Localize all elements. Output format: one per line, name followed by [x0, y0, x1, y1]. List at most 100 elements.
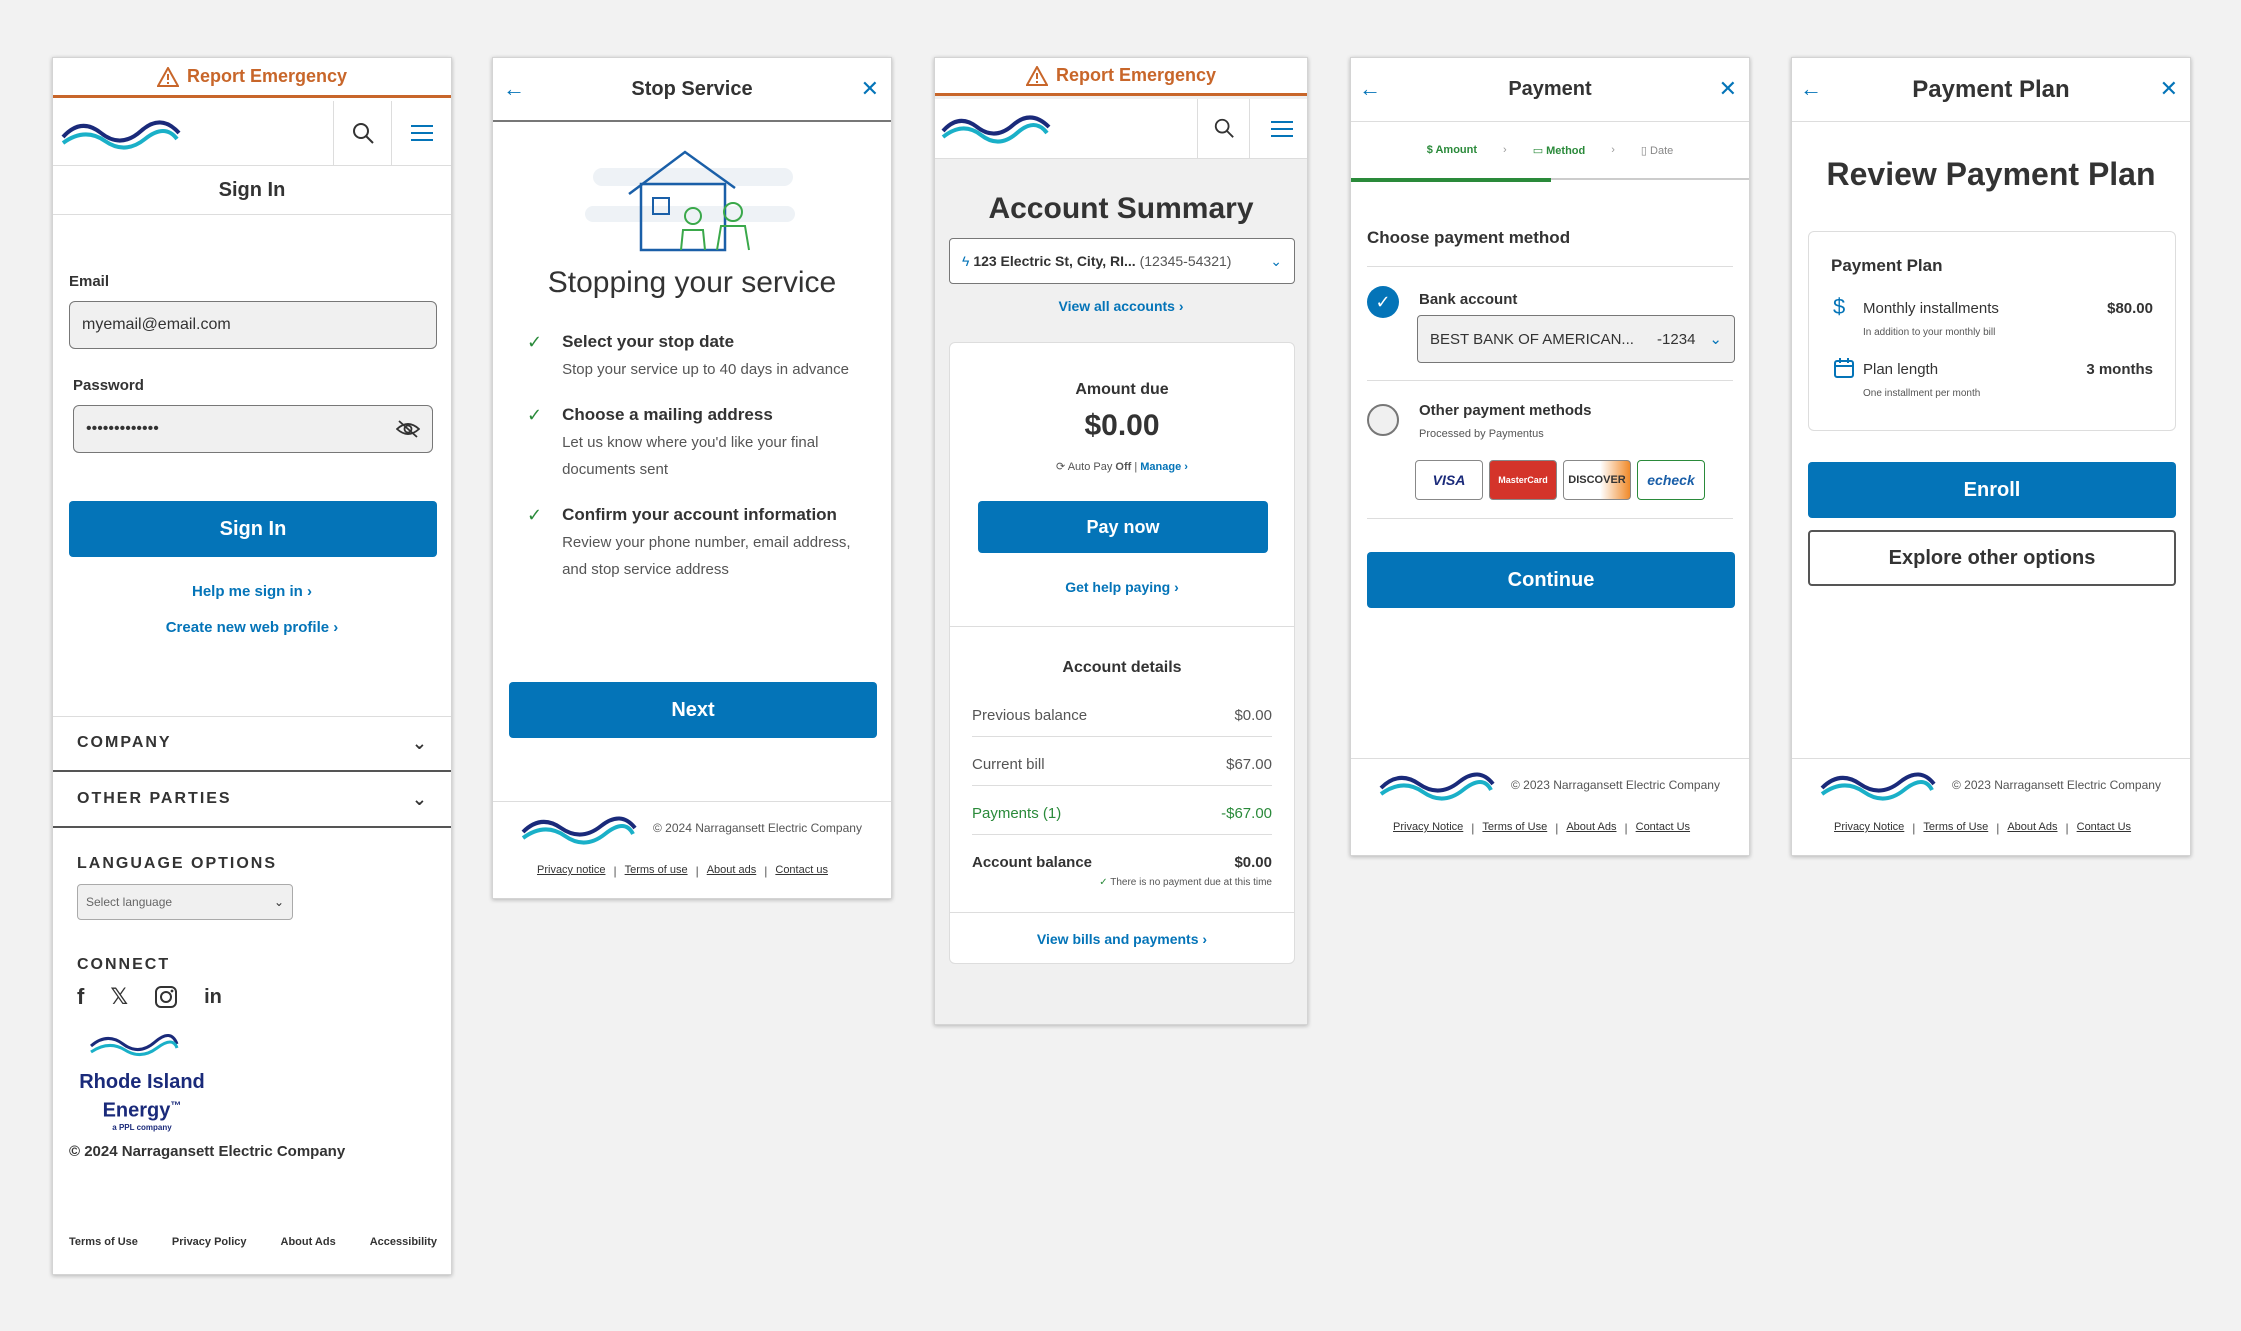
facebook-icon[interactable]: f — [77, 984, 84, 1010]
search-icon[interactable] — [351, 121, 375, 145]
report-emergency-link[interactable]: Report Emergency — [53, 58, 451, 98]
other-methods-label: Other payment methods — [1419, 402, 1592, 419]
company-logo[interactable] — [61, 113, 181, 155]
footer-link[interactable]: About ads — [707, 864, 757, 878]
monthly-value: $80.00 — [2107, 300, 2153, 317]
footer-link[interactable]: About Ads — [1566, 821, 1616, 835]
copyright: © 2024 Narragansett Electric Company — [69, 1143, 346, 1160]
report-emergency-link[interactable]: Report Emergency — [935, 58, 1307, 96]
footer-link[interactable]: Terms of Use — [69, 1236, 138, 1248]
email-value: myemail@email.com — [82, 316, 231, 333]
footer-link[interactable]: Contact Us — [1636, 821, 1690, 835]
step-date[interactable]: ▯ Date — [1641, 144, 1673, 157]
connect-title: CONNECT — [77, 956, 171, 973]
linkedin-icon[interactable]: in — [204, 986, 222, 1009]
close-icon[interactable]: ✕ — [1719, 76, 1737, 102]
back-arrow-icon[interactable]: ← — [1359, 76, 1381, 102]
chevron-down-icon: ⌄ — [411, 732, 427, 753]
password-label: Password — [73, 377, 144, 394]
footer-link[interactable]: Privacy Notice — [1834, 821, 1904, 835]
balance-row: Account balance $0.00 — [972, 854, 1272, 871]
echeck-logo: echeck — [1637, 460, 1705, 500]
step-desc: Review your phone number, email address,… — [562, 534, 851, 578]
menu-icon[interactable] — [1271, 119, 1293, 139]
bank-radio-checked[interactable]: ✓ — [1367, 286, 1399, 318]
menu-icon[interactable] — [411, 123, 433, 143]
chevron-right-icon: › — [1178, 298, 1184, 314]
create-profile-link[interactable]: Create new web profile › — [53, 619, 451, 636]
close-icon[interactable]: ✕ — [861, 76, 879, 102]
language-select[interactable]: Select language ⌄ — [77, 884, 293, 920]
step-title: Select your stop date — [562, 332, 735, 351]
back-arrow-icon[interactable]: ← — [503, 76, 525, 102]
account-address: 123 Electric St, City, RI... — [973, 253, 1136, 269]
bank-account-label: Bank account — [1419, 291, 1518, 308]
footer-link[interactable]: Contact Us — [2077, 821, 2131, 835]
header-bar: ← Stop Service ✕ — [493, 58, 891, 122]
hide-password-icon[interactable] — [396, 419, 420, 439]
continue-button[interactable]: Continue — [1367, 552, 1735, 608]
bank-select[interactable]: BEST BANK OF AMERICAN... -1234 ⌄ — [1417, 315, 1735, 363]
calendar-icon — [1834, 358, 1854, 378]
page-title: Sign In — [53, 167, 451, 215]
detail-row: Previous balance $0.00 — [972, 707, 1272, 724]
no-payment-note: ✓ There is no payment due at this time — [1099, 877, 1272, 888]
check-icon: ✓ — [527, 505, 543, 525]
report-emergency-label: Report Emergency — [186, 66, 348, 86]
chevron-down-icon: ⌄ — [1270, 252, 1282, 269]
check-icon: ✓ — [1099, 877, 1108, 888]
company-accordion[interactable]: COMPANY ⌄ — [53, 716, 451, 772]
password-field[interactable]: ••••••••••••• — [73, 405, 433, 453]
step-method[interactable]: ▭ Method — [1533, 144, 1586, 157]
footer-link[interactable]: Terms of use — [625, 864, 688, 878]
footer-link[interactable]: Contact us — [775, 864, 828, 878]
view-bills-link[interactable]: View bills and payments › — [950, 931, 1294, 947]
email-field[interactable]: myemail@email.com — [69, 301, 437, 349]
next-button[interactable]: Next — [509, 682, 877, 738]
view-all-accounts-link[interactable]: View all accounts › — [935, 298, 1307, 314]
footer-link[interactable]: Accessibility — [370, 1236, 437, 1248]
close-icon[interactable]: ✕ — [2160, 76, 2178, 102]
instagram-icon[interactable] — [154, 985, 178, 1009]
footer-link[interactable]: About Ads — [281, 1236, 336, 1248]
warning-icon — [1025, 65, 1048, 86]
explore-options-button[interactable]: Explore other options — [1808, 530, 2176, 586]
pay-now-button[interactable]: Pay now — [978, 501, 1268, 553]
account-number: (12345-54321) — [1139, 253, 1232, 269]
back-arrow-icon[interactable]: ← — [1800, 76, 1822, 102]
footer-links: Privacy notice | Terms of use | About ads |… — [537, 864, 828, 878]
footer-link[interactable]: Privacy notice — [537, 864, 605, 878]
brand-wordmark: Rhode Island Energy™ a PPL company — [67, 1070, 217, 1133]
account-details-title: Account details — [1062, 659, 1182, 676]
bank-last4: -1234 — [1657, 330, 1696, 348]
help-sign-in-link[interactable]: Help me sign in › — [53, 583, 451, 600]
search-icon[interactable] — [1213, 117, 1235, 139]
company-logo[interactable] — [941, 109, 1051, 149]
footer-link[interactable]: Terms of Use — [1482, 821, 1547, 835]
copyright: © 2024 Narragansett Electric Company — [653, 821, 862, 835]
manage-link[interactable]: Manage › — [1140, 461, 1188, 473]
enroll-button[interactable]: Enroll — [1808, 462, 2176, 518]
autopay-icon: ⟳ — [1056, 461, 1066, 473]
step-desc: Stop your service up to 40 days in advan… — [562, 361, 849, 378]
footer-link[interactable]: About Ads — [2007, 821, 2057, 835]
x-icon[interactable]: 𝕏 — [110, 984, 128, 1010]
brand-logo-mark — [90, 1034, 179, 1056]
copyright: © 2023 Narragansett Electric Company — [1952, 778, 2161, 792]
monthly-sub: In addition to your monthly bill — [1863, 327, 1996, 338]
bank-name: BEST BANK OF AMERICAN... — [1430, 330, 1634, 348]
step-amount[interactable]: $ Amount — [1427, 144, 1477, 156]
account-select[interactable]: ϟ 123 Electric St, City, RI... (12345-54… — [949, 238, 1295, 284]
sign-in-button[interactable]: Sign In — [69, 501, 437, 557]
other-radio-unchecked[interactable] — [1367, 404, 1399, 436]
other-parties-label: OTHER PARTIES — [77, 790, 232, 807]
get-help-paying-link[interactable]: Get help paying › — [950, 579, 1294, 595]
footer-link[interactable]: Privacy Policy — [172, 1236, 247, 1248]
footer-link[interactable]: Terms of Use — [1923, 821, 1988, 835]
autopay-row: ⟳ Auto Pay Off | Manage › — [1056, 461, 1188, 473]
account-summary-screen: Report Emergency Account Summary ϟ 123 E… — [934, 57, 1308, 1025]
brand-line2: Energy — [102, 1099, 171, 1122]
amount-due-value: $0.00 — [1084, 409, 1160, 442]
other-parties-accordion[interactable]: OTHER PARTIES ⌄ — [53, 772, 451, 828]
footer-link[interactable]: Privacy Notice — [1393, 821, 1463, 835]
